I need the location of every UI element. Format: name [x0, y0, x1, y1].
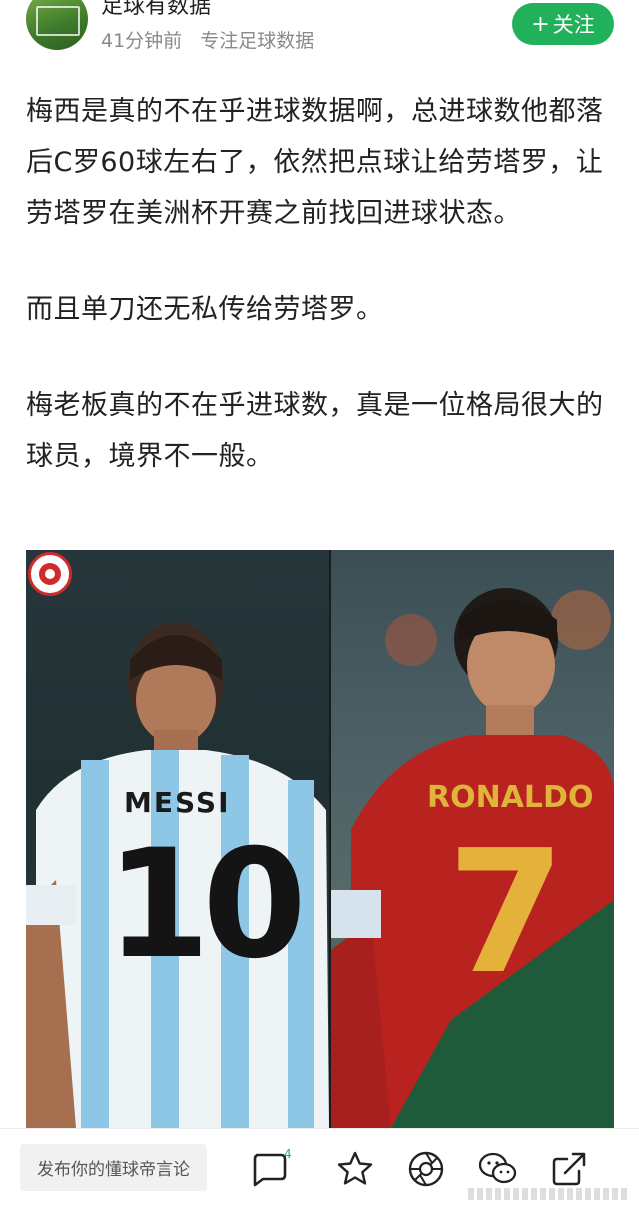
jersey-name-ronaldo: RONALDO	[427, 780, 594, 815]
share-icon[interactable]	[547, 1147, 591, 1191]
author-name[interactable]: 足球有数据	[101, 0, 211, 20]
post-paragraph: 梅西是真的不在乎进球数据啊，总进球数他都落后C罗60球左右了，依然把点球让给劳塔…	[26, 96, 604, 229]
camera-shutter-icon[interactable]	[404, 1147, 448, 1191]
jersey-number-ronaldo: 7	[447, 814, 566, 1012]
follow-label: 关注	[552, 13, 595, 37]
messi-panel: MESSI 10	[26, 550, 329, 1128]
author-tagline: 专注足球数据	[200, 30, 315, 52]
comment-count: 4	[284, 1147, 292, 1161]
post-header: 足球有数据 41分钟前 专注足球数据 + 关注	[0, 0, 639, 66]
post-image[interactable]: MESSI 10 RONALDO 7	[26, 550, 614, 1128]
plus-icon: +	[531, 11, 550, 37]
star-icon[interactable]	[333, 1147, 377, 1191]
follow-button[interactable]: + 关注	[512, 3, 614, 45]
post-time: 41分钟前	[101, 30, 183, 52]
jersey-number-messi: 10	[106, 818, 307, 992]
post-body: 梅西是真的不在乎进球数据啊，总进球数他都落后C罗60球左右了，依然把点球让给劳塔…	[26, 86, 618, 482]
ronaldo-panel: RONALDO 7	[331, 550, 614, 1128]
author-avatar[interactable]	[26, 0, 88, 50]
comment-input[interactable]: 发布你的懂球帝言论	[20, 1144, 207, 1191]
post-meta: 41分钟前 专注足球数据	[101, 26, 314, 53]
wechat-icon[interactable]	[476, 1147, 520, 1191]
post-paragraph: 梅老板真的不在乎进球数，真是一位格局很大的球员，境界不一般。	[26, 390, 604, 472]
post-paragraph: 而且单刀还无私传给劳塔罗。	[26, 294, 384, 325]
media-logo-icon	[28, 552, 72, 596]
jersey-name-messi: MESSI	[124, 786, 231, 819]
watermark	[468, 1188, 628, 1200]
